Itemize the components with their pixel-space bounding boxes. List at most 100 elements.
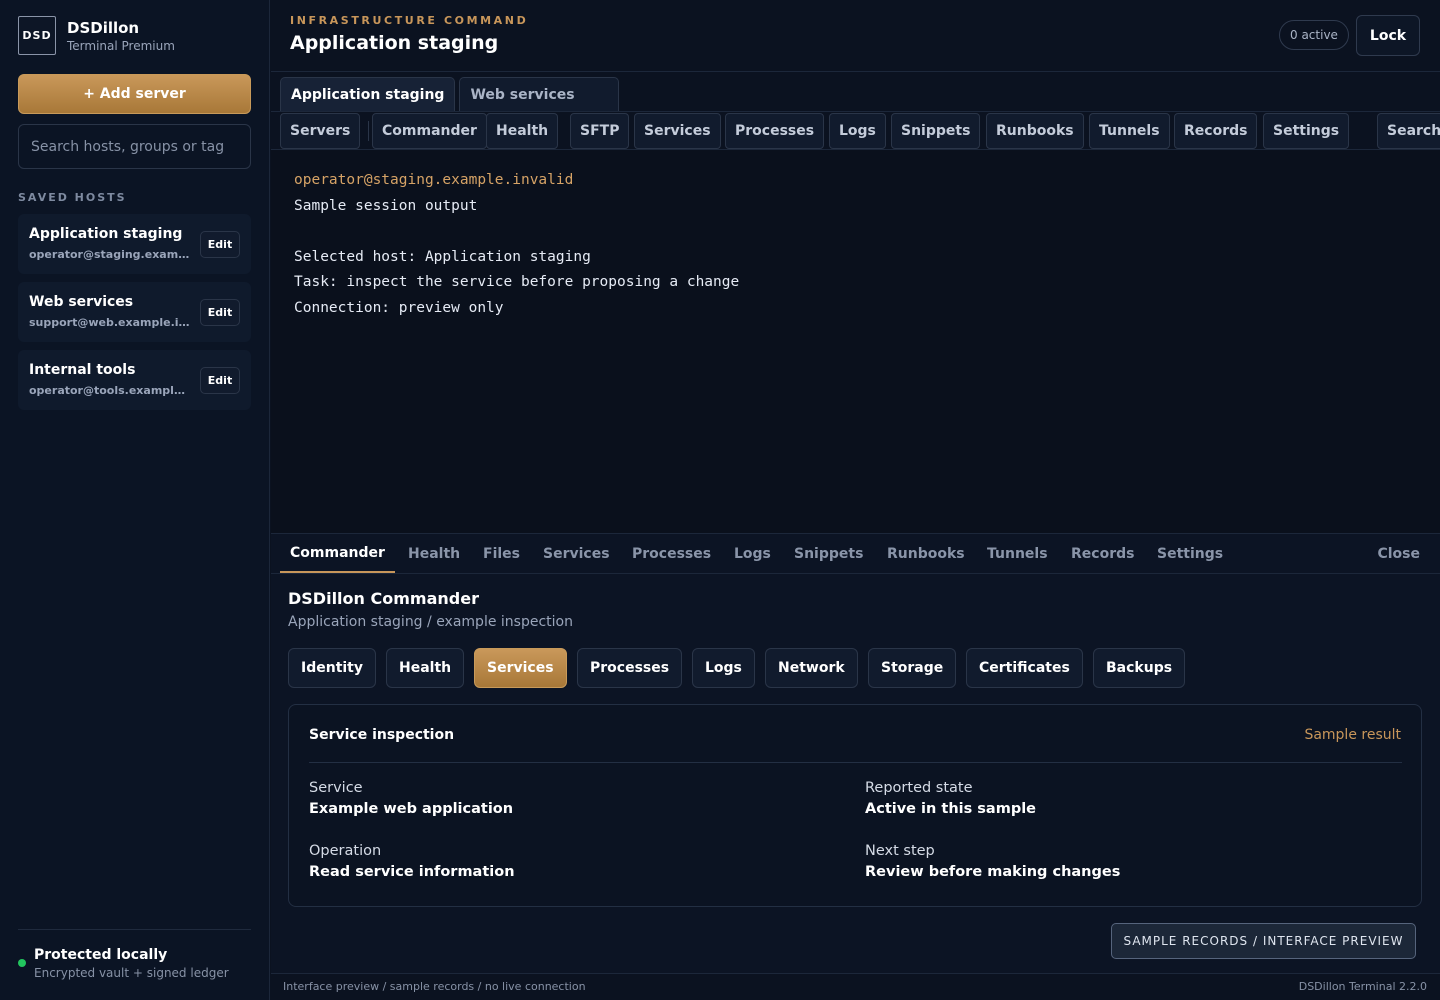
panel-tab-commander[interactable]: Commander bbox=[280, 534, 395, 573]
brand-logo: DSD bbox=[18, 16, 56, 55]
active-sessions-badge: 0 active bbox=[1279, 20, 1349, 50]
chip-processes[interactable]: Processes bbox=[577, 648, 683, 688]
panel-close-button[interactable]: Close bbox=[1377, 534, 1420, 573]
status-footer: Interface preview / sample records / no … bbox=[271, 973, 1440, 1000]
tabs-divider bbox=[271, 111, 1440, 112]
chip-backups[interactable]: Backups bbox=[1093, 648, 1186, 688]
commander-subtitle: Application staging / example inspection bbox=[288, 614, 573, 630]
panel-tab-records[interactable]: Records bbox=[1071, 534, 1134, 573]
panel-tab-health[interactable]: Health bbox=[408, 534, 460, 573]
edit-host-button[interactable]: Edit bbox=[200, 231, 240, 258]
card-divider bbox=[309, 762, 1402, 763]
sample-result-label: Sample result bbox=[1304, 727, 1401, 743]
session-tabs: Application staging Web services bbox=[280, 77, 623, 112]
host-address: operator@staging.example.invalid bbox=[29, 248, 191, 261]
commander-panel: Commander Health Files Services Processe… bbox=[271, 533, 1440, 973]
chip-network[interactable]: Network bbox=[765, 648, 858, 688]
tool-records-button[interactable]: Records bbox=[1174, 113, 1258, 149]
sidebar: DSD DSDillon Terminal Premium + Add serv… bbox=[0, 0, 270, 1000]
tool-logs-button[interactable]: Logs bbox=[829, 113, 886, 149]
session-tab-web-services[interactable]: Web services bbox=[459, 77, 620, 112]
saved-hosts-heading: SAVED HOSTS bbox=[18, 191, 127, 204]
edit-host-button[interactable]: Edit bbox=[200, 367, 240, 394]
tool-processes-button[interactable]: Processes bbox=[725, 113, 825, 149]
panel-tab-settings[interactable]: Settings bbox=[1157, 534, 1223, 573]
toolbar-separator bbox=[368, 121, 369, 141]
panel-tabs: Commander Health Files Services Processe… bbox=[271, 534, 1440, 574]
preview-mode-badge: SAMPLE RECORDS / INTERFACE PREVIEW bbox=[1111, 923, 1416, 959]
field-operation: Operation Read service information bbox=[309, 841, 515, 883]
tool-snippets-button[interactable]: Snippets bbox=[891, 113, 981, 149]
saved-hosts-list: Application staging operator@staging.exa… bbox=[18, 214, 251, 418]
field-label: Next step bbox=[865, 843, 935, 859]
tool-settings-button[interactable]: Settings bbox=[1263, 113, 1350, 149]
panel-tab-runbooks[interactable]: Runbooks bbox=[887, 534, 965, 573]
field-value: Example web application bbox=[309, 801, 514, 817]
field-value: Read service information bbox=[309, 864, 515, 880]
chip-certificates[interactable]: Certificates bbox=[966, 648, 1083, 688]
panel-tab-services[interactable]: Services bbox=[543, 534, 610, 573]
field-next-step: Next step Review before making changes bbox=[865, 841, 1120, 883]
terminal-line: Connection: preview only bbox=[294, 300, 504, 316]
protection-title: Protected locally bbox=[34, 947, 168, 963]
lock-button[interactable]: Lock bbox=[1356, 15, 1420, 56]
terminal-line: Task: inspect the service before proposi… bbox=[294, 274, 740, 290]
header-divider bbox=[271, 71, 1440, 72]
session-tab-application-staging[interactable]: Application staging bbox=[280, 77, 456, 112]
tool-commander-button[interactable]: Commander bbox=[372, 113, 487, 149]
field-value: Active in this sample bbox=[865, 801, 1037, 817]
panel-tab-files[interactable]: Files bbox=[483, 534, 520, 573]
field-label: Reported state bbox=[865, 780, 973, 796]
status-dot-icon bbox=[18, 959, 26, 967]
field-value: Review before making changes bbox=[865, 864, 1121, 880]
terminal-prompt: operator@staging.example.invalid bbox=[294, 172, 574, 188]
host-card-web-services[interactable]: Web services support@web.example.invalid… bbox=[18, 282, 251, 342]
chip-storage[interactable]: Storage bbox=[868, 648, 957, 688]
section-eyebrow: INFRASTRUCTURE COMMAND bbox=[290, 14, 529, 27]
footer-status-text: Interface preview / sample records / no … bbox=[283, 980, 586, 993]
field-service: Service Example web application bbox=[309, 778, 513, 820]
tool-servers-button[interactable]: Servers bbox=[280, 113, 361, 149]
brand-name: DSDillon bbox=[67, 18, 140, 37]
sidebar-divider bbox=[18, 929, 251, 930]
panel-tab-logs[interactable]: Logs bbox=[734, 534, 771, 573]
host-card-internal-tools[interactable]: Internal tools operator@tools.example.in… bbox=[18, 350, 251, 410]
tool-toolbar: Servers Commander Health SFTP Services P… bbox=[280, 113, 1440, 149]
main-area: INFRASTRUCTURE COMMAND Application stagi… bbox=[271, 0, 1440, 1000]
panel-tab-tunnels[interactable]: Tunnels bbox=[987, 534, 1048, 573]
tool-search-button[interactable]: Search bbox=[1377, 113, 1440, 149]
protection-status: Protected locally Encrypted vault + sign… bbox=[18, 946, 229, 982]
field-reported-state: Reported state Active in this sample bbox=[865, 778, 1036, 820]
panel-tab-processes[interactable]: Processes bbox=[632, 534, 711, 573]
tool-sftp-button[interactable]: SFTP bbox=[570, 113, 630, 149]
add-server-button[interactable]: + Add server bbox=[18, 74, 251, 114]
brand-subtitle: Terminal Premium bbox=[67, 38, 175, 53]
tool-health-button[interactable]: Health bbox=[486, 113, 559, 149]
tool-tunnels-button[interactable]: Tunnels bbox=[1089, 113, 1170, 149]
protection-subtitle: Encrypted vault + signed ledger bbox=[34, 966, 229, 980]
card-title: Service inspection bbox=[309, 727, 455, 743]
panel-tab-snippets[interactable]: Snippets bbox=[794, 534, 863, 573]
field-label: Service bbox=[309, 780, 363, 796]
page-title: Application staging bbox=[290, 32, 499, 54]
host-name: Web services bbox=[29, 294, 134, 310]
commander-title: DSDillon Commander bbox=[288, 589, 479, 608]
footer-version: DSDillon Terminal 2.2.0 bbox=[1298, 980, 1427, 993]
service-inspection-card: Service inspection Sample result Service… bbox=[288, 704, 1422, 907]
search-hosts-input[interactable] bbox=[18, 124, 251, 169]
tool-runbooks-button[interactable]: Runbooks bbox=[986, 113, 1084, 149]
brand: DSD DSDillon Terminal Premium bbox=[18, 16, 175, 55]
chip-logs[interactable]: Logs bbox=[692, 648, 755, 688]
chip-identity[interactable]: Identity bbox=[288, 648, 377, 688]
host-address: operator@tools.example.invalid bbox=[29, 384, 191, 397]
host-card-application-staging[interactable]: Application staging operator@staging.exa… bbox=[18, 214, 251, 274]
chip-services[interactable]: Services bbox=[474, 648, 567, 688]
host-address: support@web.example.invalid bbox=[29, 316, 191, 329]
terminal-line: Selected host: Application staging bbox=[294, 249, 591, 265]
host-name: Internal tools bbox=[29, 362, 136, 378]
host-name: Application staging bbox=[29, 226, 183, 242]
chip-health[interactable]: Health bbox=[386, 648, 465, 688]
terminal-output[interactable]: operator@staging.example.invalid Sample … bbox=[271, 150, 1440, 533]
edit-host-button[interactable]: Edit bbox=[200, 299, 240, 326]
tool-services-button[interactable]: Services bbox=[634, 113, 721, 149]
